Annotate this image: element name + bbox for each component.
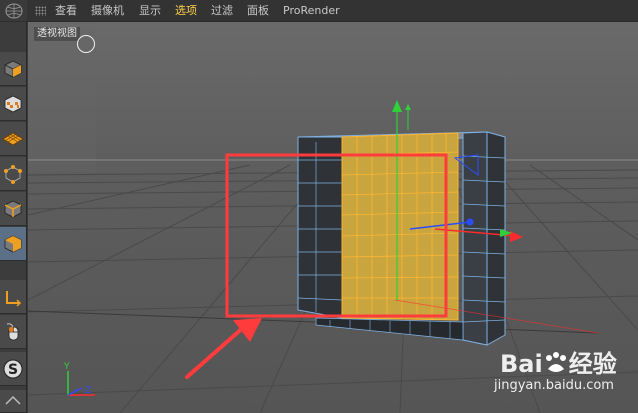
menu-prorender[interactable]: ProRender (283, 4, 340, 18)
globe-icon[interactable] (0, 0, 27, 22)
menu-filter[interactable]: 过滤 (211, 4, 233, 18)
axis-y-label: Y (64, 362, 70, 372)
svg-text:S: S (8, 362, 18, 378)
extra-icon[interactable] (0, 390, 26, 413)
paw-icon (545, 352, 566, 372)
baidu-watermark: Bai 经验 jingyan.baidu.com (482, 340, 632, 410)
view-label: 透视视图 (34, 27, 80, 41)
menu-camera[interactable]: 摄像机 (91, 4, 124, 18)
watermark-domain: jingyan.baidu.com (494, 378, 614, 393)
menu-options[interactable]: 选项 (175, 4, 197, 18)
axis-icon[interactable] (0, 280, 26, 314)
menu-display[interactable]: 显示 (139, 4, 161, 18)
menu-view[interactable]: 查看 (55, 4, 77, 18)
watermark-brand: Bai 经验 (500, 350, 617, 378)
checker-cube-icon[interactable] (0, 87, 26, 121)
point-mode-icon[interactable] (0, 157, 26, 191)
menu-panel[interactable]: 面板 (247, 4, 269, 18)
snap-icon[interactable]: S (0, 352, 26, 386)
mouse-icon[interactable] (0, 315, 26, 349)
menu-grip-icon[interactable] (35, 6, 46, 16)
viewport-menubar: 查看 摄像机 显示 选项 过滤 面板 ProRender (0, 0, 638, 22)
cursor-ring (77, 35, 95, 53)
polygon-mode-icon[interactable] (0, 227, 26, 261)
plane-grid-icon[interactable] (0, 122, 26, 156)
edge-mode-icon[interactable] (0, 192, 26, 226)
axis-z-label: Z (85, 386, 92, 396)
cube-icon[interactable] (0, 52, 26, 86)
